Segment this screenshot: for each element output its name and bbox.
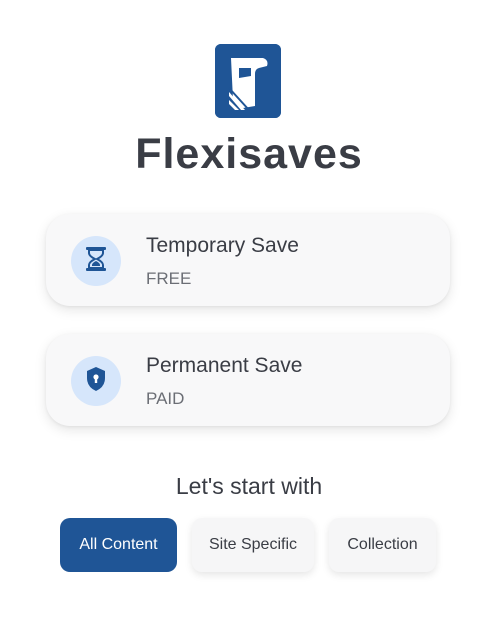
hourglass-icon [85,246,107,277]
flexisaves-logo-icon [215,44,281,118]
collection-button[interactable]: Collection [329,518,436,572]
popup-page: Flexisaves Temporary Save FREE Permanent… [0,0,498,617]
temporary-save-card[interactable]: Temporary Save FREE [46,214,450,306]
app-title: Flexisaves [135,130,363,178]
temporary-save-price: FREE [146,269,192,288]
start-with-label: Let's start with [175,473,323,499]
permanent-save-icon-circle [71,356,121,406]
site-specific-button[interactable]: Site Specific [192,518,314,572]
temporary-save-title: Temporary Save [146,234,299,257]
temporary-save-icon-circle [71,236,121,286]
all-content-button[interactable]: All Content [60,518,177,572]
shield-lock-icon [85,366,107,397]
permanent-save-card[interactable]: Permanent Save PAID [46,334,450,426]
permanent-save-title: Permanent Save [146,354,303,377]
permanent-save-price: PAID [146,389,185,408]
